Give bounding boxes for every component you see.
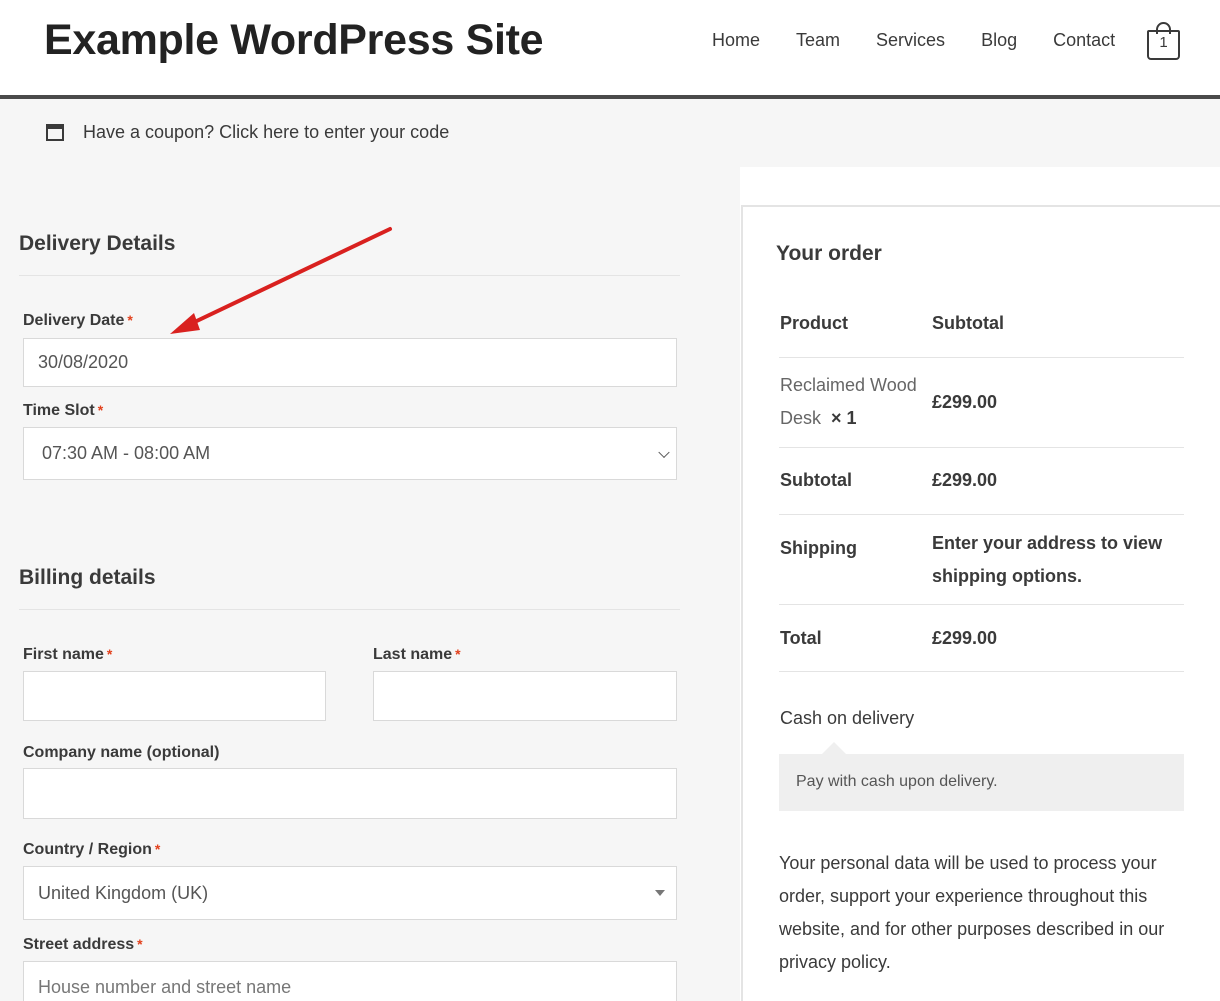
cart-count: 1 xyxy=(1159,34,1168,51)
street-address-label: Street address * xyxy=(23,936,143,953)
total-label: Total xyxy=(780,628,822,648)
cart-button[interactable]: 1 xyxy=(1147,22,1180,60)
shipping-label: Shipping xyxy=(780,538,857,558)
cart-item-quantity: × 1 xyxy=(831,408,857,428)
delivery-date-label: Delivery Date * xyxy=(23,312,133,329)
main-navigation: Home Team Services Blog Contact xyxy=(712,30,1115,51)
street-address-field[interactable]: House number and street name xyxy=(23,961,677,1001)
country-value: United Kingdom (UK) xyxy=(38,882,209,903)
subtotal-column-header: Subtotal xyxy=(932,313,1004,333)
time-slot-select[interactable]: 07:30 AM - 08:00 AM xyxy=(23,427,677,480)
red-arrow-annotation xyxy=(170,227,392,334)
chevron-down-icon xyxy=(658,446,670,458)
table-divider xyxy=(779,447,1184,448)
first-name-label: First name * xyxy=(23,646,113,663)
arrow-head xyxy=(170,313,200,334)
cart-item-price: £299.00 xyxy=(932,392,998,412)
your-order-title: Your order xyxy=(776,242,882,265)
table-divider xyxy=(779,604,1184,605)
coupon-link[interactable]: Have a coupon? Click here to enter your … xyxy=(83,122,449,143)
privacy-notice: Your personal data will be used to proce… xyxy=(779,853,1165,972)
coupon-window-icon xyxy=(46,124,64,141)
coupon-notice: Have a coupon? Click here to enter your … xyxy=(0,99,1220,167)
delivery-details-title: Delivery Details xyxy=(19,232,176,255)
country-select[interactable]: United Kingdom (UK) xyxy=(23,866,677,920)
first-name-field[interactable] xyxy=(23,671,326,721)
section-divider xyxy=(19,609,680,610)
site-title[interactable]: Example WordPress Site xyxy=(44,16,544,65)
last-name-label: Last name * xyxy=(373,646,461,663)
last-name-field[interactable] xyxy=(373,671,677,721)
company-name-field[interactable] xyxy=(23,768,677,819)
nav-team[interactable]: Team xyxy=(796,30,840,51)
subtotal-label: Subtotal xyxy=(780,470,852,490)
cart-item-name: Reclaimed Wood Desk × 1 xyxy=(780,375,917,428)
table-divider xyxy=(779,671,1184,672)
payment-method-cod[interactable]: Cash on delivery xyxy=(780,708,914,729)
nav-contact[interactable]: Contact xyxy=(1053,30,1115,51)
billing-details-title: Billing details xyxy=(19,566,156,589)
caret-down-icon xyxy=(655,890,665,896)
product-column-header: Product xyxy=(780,313,849,333)
country-label: Country / Region * xyxy=(23,841,161,858)
payment-description: Pay with cash upon delivery. xyxy=(796,773,998,790)
table-divider xyxy=(779,514,1184,515)
total-value: £299.00 xyxy=(932,628,998,648)
site-header: Example WordPress Site Home Team Service… xyxy=(0,0,1220,95)
company-name-label: Company name (optional) xyxy=(23,744,220,761)
nav-services[interactable]: Services xyxy=(876,30,945,51)
payment-box-notch xyxy=(822,742,846,754)
subtotal-value: £299.00 xyxy=(932,470,998,490)
shipping-value: Enter your address to view shipping opti… xyxy=(932,533,1163,586)
arrow-shaft xyxy=(180,227,392,330)
table-divider xyxy=(779,357,1184,358)
time-slot-label: Time Slot * xyxy=(23,402,104,419)
nav-home[interactable]: Home xyxy=(712,30,760,51)
nav-blog[interactable]: Blog xyxy=(981,30,1017,51)
delivery-date-input[interactable]: 30/08/2020 xyxy=(23,338,677,387)
time-slot-value: 07:30 AM - 08:00 AM xyxy=(42,443,211,463)
